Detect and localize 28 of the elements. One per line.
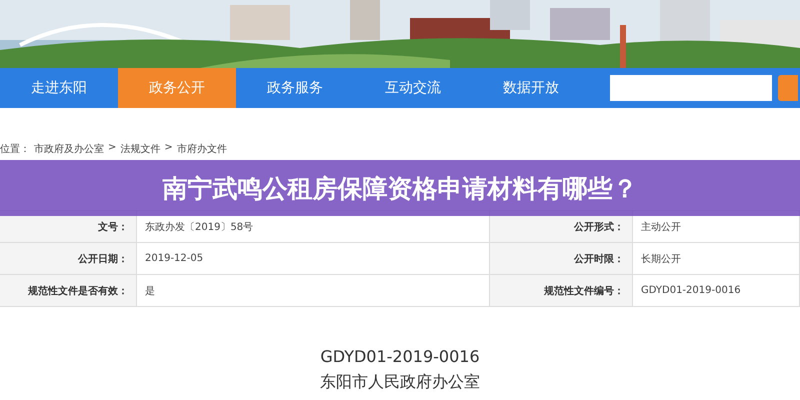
field-value: 2019-12-05 xyxy=(145,253,204,264)
field-value: 主动公开 xyxy=(641,220,681,234)
nav-tab[interactable]: 政务公开 xyxy=(118,68,236,108)
breadcrumb-item: > xyxy=(108,142,116,155)
document-issuer: 东阳市人民政府办公室 xyxy=(320,372,480,393)
field-value: 是 xyxy=(145,284,155,298)
field-label: 文号： xyxy=(98,220,128,234)
search-button[interactable] xyxy=(778,75,798,101)
field-label: 公开日期： xyxy=(78,252,128,266)
field-value: GDYD01-2019-0016 xyxy=(641,285,741,296)
field-value: 长期公开 xyxy=(641,252,681,266)
nav-tab[interactable]: 政务服务 xyxy=(236,68,354,108)
title-banner: 南宁武鸣公租房保障资格申请材料有哪些？ xyxy=(0,160,800,216)
breadcrumb-item[interactable]: 市府办文件 xyxy=(176,142,227,160)
field-label: 规范性文件编号： xyxy=(544,284,624,298)
field-label: 公开形式： xyxy=(574,220,624,234)
document-number: GDYD01-2019-0016 xyxy=(320,347,480,366)
nav-tab[interactable]: 互动交流 xyxy=(354,68,472,108)
breadcrumb-item: 位置： xyxy=(0,142,30,157)
nav-tab[interactable]: 数据开放 xyxy=(472,68,590,108)
field-label: 规范性文件是否有效： xyxy=(28,284,128,298)
field-label: 公开时限： xyxy=(574,252,624,266)
breadcrumb-item[interactable]: 市政府及办公室 xyxy=(34,142,104,160)
search-field[interactable] xyxy=(610,75,772,101)
breadcrumb-item[interactable]: 法规文件 xyxy=(120,142,160,160)
breadcrumb-item: > xyxy=(164,142,173,155)
field-value: 东政办发〔2019〕58号 xyxy=(145,220,254,234)
nav-tab[interactable]: 走进东阳 xyxy=(0,68,118,108)
